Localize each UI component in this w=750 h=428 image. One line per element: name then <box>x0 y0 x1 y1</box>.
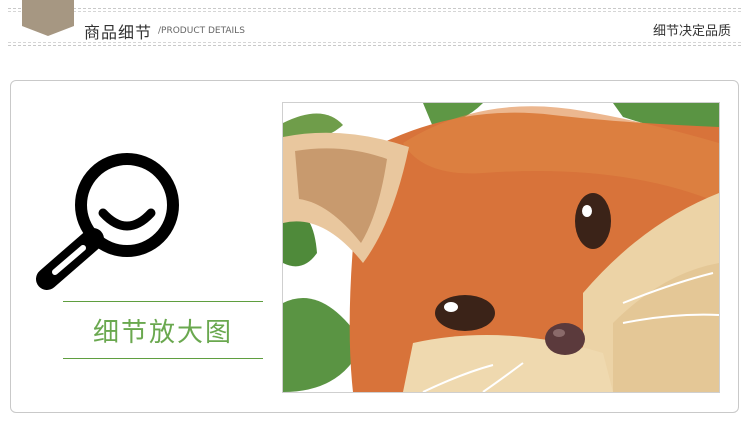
product-detail-photo <box>282 102 720 393</box>
label-rule-top <box>63 301 263 302</box>
magnifier-icon <box>36 153 179 290</box>
section-title: 商品细节 <box>84 23 153 42</box>
detail-zoom-label: 细节放大图 <box>92 318 233 348</box>
detail-card: 细节放大图 <box>10 80 739 413</box>
bookmark-tag-icon <box>22 0 74 36</box>
fox-illustration <box>283 103 719 392</box>
section-subtitle: /PRODUCT DETAILS <box>158 26 245 36</box>
label-rule-bottom <box>63 358 263 359</box>
section-header: 商品细节 /PRODUCT DETAILS 细节决定品质 <box>8 0 741 46</box>
header-slogan: 细节决定品质 <box>652 24 731 39</box>
